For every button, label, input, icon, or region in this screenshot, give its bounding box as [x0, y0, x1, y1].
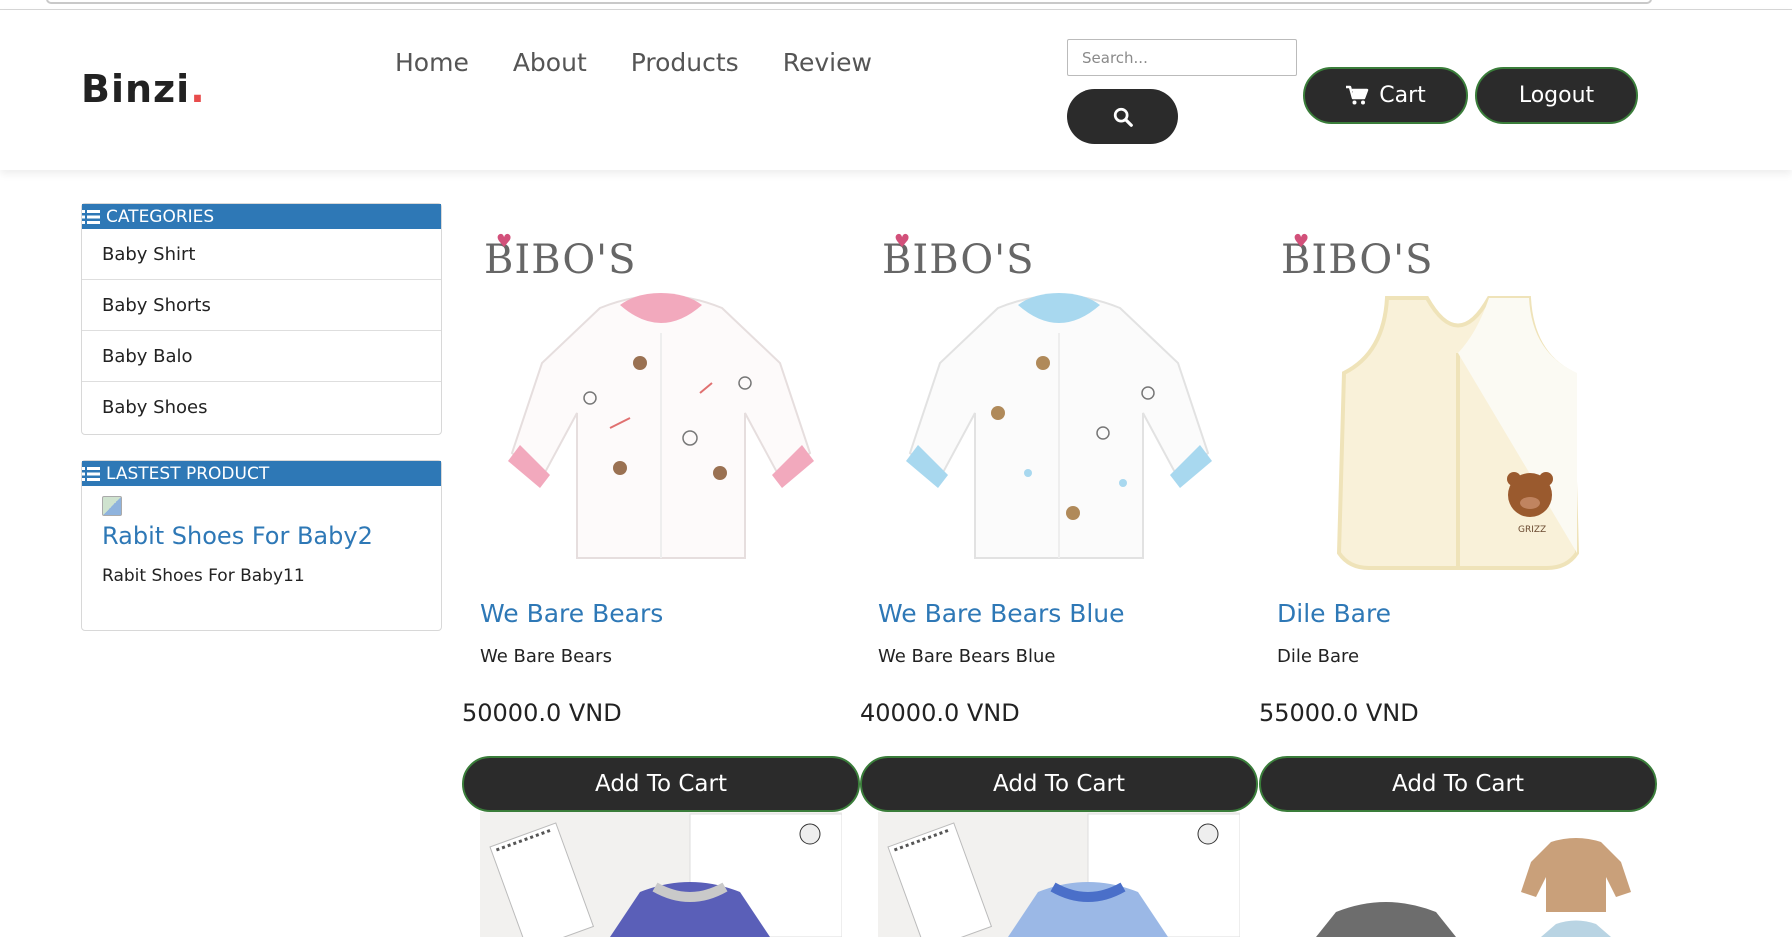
shirt-illustration	[906, 293, 1212, 559]
shopping-cart-icon	[1346, 85, 1369, 104]
product-photo	[1276, 812, 1638, 937]
product-description: Dile Bare	[1277, 646, 1360, 667]
product-price: 40000.0 VND	[860, 699, 1020, 727]
main-nav: Home About Products Review	[395, 48, 872, 77]
product-description: We Bare Bears	[480, 646, 612, 667]
categories-panel: CATEGORIES Baby Shirt Baby Shorts Baby B…	[81, 203, 442, 435]
site-header: Binzi. Home About Products Review Cart L…	[0, 10, 1792, 170]
product-title-link[interactable]: Dile Bare	[1277, 599, 1391, 628]
nav-products[interactable]: Products	[631, 48, 739, 77]
latest-product-title: LASTEST PRODUCT	[106, 463, 270, 484]
product-image[interactable]	[878, 812, 1240, 937]
categories-title: CATEGORIES	[106, 206, 215, 227]
latest-product-panel: LASTEST PRODUCT Rabit Shoes For Baby2 Ra…	[81, 460, 442, 631]
nav-about[interactable]: About	[513, 48, 587, 77]
product-image[interactable]: ♥ BIBO'S	[480, 223, 842, 589]
product-photo	[878, 812, 1240, 937]
logo-text: Binzi	[81, 67, 191, 111]
nav-home[interactable]: Home	[395, 48, 469, 77]
product-price: 50000.0 VND	[462, 699, 622, 727]
list-icon	[82, 466, 100, 481]
site-logo[interactable]: Binzi.	[81, 67, 206, 111]
category-baby-shoes[interactable]: Baby Shoes	[82, 382, 441, 433]
product-card: ♥ BIBO'S GRIZZ Dile Bare Dile Bare 55000.…	[1259, 203, 1659, 813]
product-price: 55000.0 VND	[1259, 699, 1419, 727]
category-baby-balo[interactable]: Baby Balo	[82, 331, 441, 382]
product-photo	[480, 812, 842, 937]
product-description: We Bare Bears Blue	[878, 646, 1056, 667]
address-bar[interactable]	[46, 0, 1652, 4]
add-to-cart-button[interactable]: Add To Cart	[860, 756, 1258, 812]
product-card: ♥ BIBO'S We Bare Bears We Bare Bears 5000…	[462, 203, 862, 813]
add-to-cart-button[interactable]: Add To Cart	[1259, 756, 1657, 812]
cart-button[interactable]: Cart	[1303, 67, 1468, 124]
product-image[interactable]: ♥ BIBO'S GRIZZ	[1277, 223, 1639, 589]
product-image[interactable]	[1276, 812, 1638, 937]
shirt-illustration	[508, 293, 814, 559]
product-card: ♥ BIBO'S We Bare Bears Blue We Bare Bears…	[860, 203, 1260, 813]
latest-product-description: Rabit Shoes For Baby11	[102, 566, 305, 586]
cart-label: Cart	[1379, 83, 1426, 108]
search-icon	[1113, 107, 1133, 127]
product-image[interactable]: ♥ BIBO'S	[878, 223, 1240, 589]
logout-button[interactable]: Logout	[1475, 67, 1638, 124]
search-button[interactable]	[1067, 89, 1178, 144]
category-baby-shirt[interactable]: Baby Shirt	[82, 229, 441, 280]
nav-review[interactable]: Review	[783, 48, 872, 77]
logo-dot: .	[190, 67, 206, 111]
broken-image-icon[interactable]	[102, 496, 122, 516]
latest-product-header: LASTEST PRODUCT	[82, 461, 441, 486]
product-title-link[interactable]: We Bare Bears	[480, 599, 663, 628]
logout-label: Logout	[1518, 83, 1595, 108]
categories-header: CATEGORIES	[82, 204, 441, 229]
latest-product-link[interactable]: Rabit Shoes For Baby2	[102, 522, 441, 550]
list-icon	[82, 209, 100, 224]
add-to-cart-button[interactable]: Add To Cart	[462, 756, 860, 812]
vest-illustration	[1336, 296, 1580, 570]
product-image[interactable]	[480, 812, 842, 937]
vest-bear-label: GRIZZ	[1518, 525, 1547, 535]
product-title-link[interactable]: We Bare Bears Blue	[878, 599, 1125, 628]
browser-chrome	[0, 0, 1792, 10]
search-input[interactable]	[1067, 39, 1297, 76]
category-baby-shorts[interactable]: Baby Shorts	[82, 280, 441, 331]
